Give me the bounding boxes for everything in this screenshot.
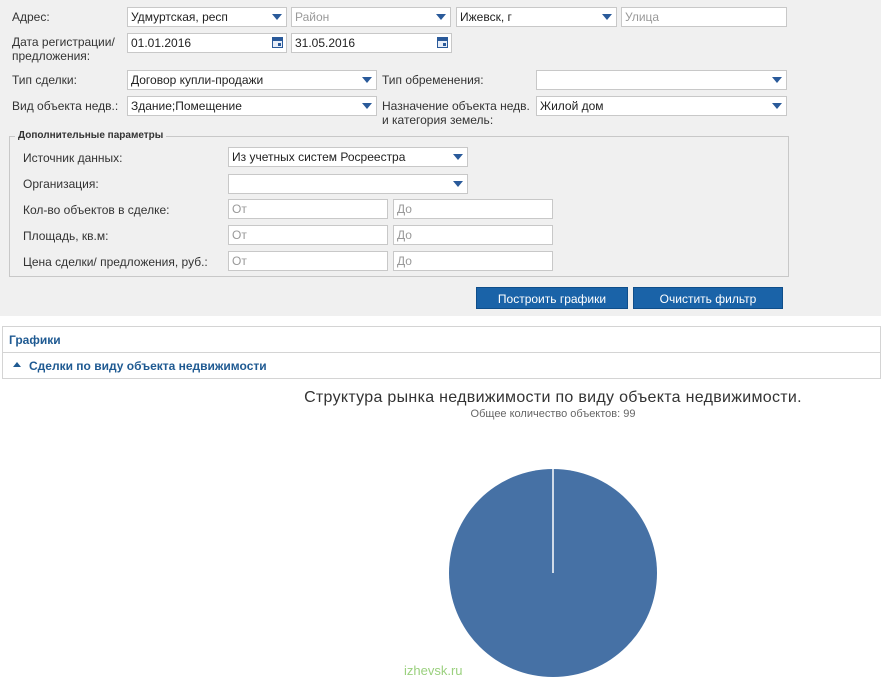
chevron-down-icon[interactable] — [768, 71, 786, 89]
district-placeholder: Район — [295, 10, 330, 24]
source-select[interactable]: Из учетных систем Росреестра — [228, 147, 468, 167]
purpose-select[interactable]: Жилой дом — [536, 96, 787, 116]
organization-select[interactable] — [228, 174, 468, 194]
watermark: izhevsk.ru — [404, 663, 463, 678]
deal-type-select[interactable]: Договор купли-продажи — [127, 70, 377, 90]
chevron-down-icon[interactable] — [768, 97, 786, 115]
purpose-value: Жилой дом — [540, 99, 604, 113]
chart-title: Структура рынка недвижимости по виду объ… — [304, 389, 802, 406]
chevron-down-icon[interactable] — [358, 97, 376, 115]
calendar-icon[interactable] — [437, 37, 448, 48]
organization-label: Организация: — [23, 177, 99, 191]
date-to-input[interactable]: 31.05.2016 — [291, 33, 452, 53]
reg-date-label: Дата регистрации/ предложения: — [12, 35, 115, 63]
source-label: Источник данных: — [23, 151, 123, 165]
chevron-down-icon[interactable] — [449, 148, 467, 166]
build-charts-button[interactable]: Построить графики — [476, 287, 628, 309]
subsection-header[interactable]: Сделки по виду объекта недвижимости — [2, 352, 881, 379]
reg-date-label-line1: Дата регистрации/ — [12, 35, 115, 49]
date-from-value: 01.01.2016 — [131, 36, 192, 50]
deal-type-value: Договор купли-продажи — [131, 73, 264, 87]
filter-panel: Адрес: Удмуртская, респ Район Ижевск, г … — [0, 0, 881, 316]
price-from-input[interactable]: От — [228, 251, 388, 271]
collapse-icon[interactable] — [13, 362, 21, 368]
object-count-to-input[interactable]: До — [393, 199, 553, 219]
object-type-value: Здание;Помещение — [131, 99, 242, 113]
source-value: Из учетных систем Росреестра — [232, 150, 406, 164]
deal-type-label: Тип сделки: — [12, 73, 77, 87]
object-type-select[interactable]: Здание;Помещение — [127, 96, 377, 116]
object-count-label: Кол-во объектов в сделке: — [23, 203, 170, 217]
street-input[interactable]: Улица — [621, 7, 787, 27]
clear-filter-button[interactable]: Очистить фильтр — [633, 287, 783, 309]
region-select[interactable]: Удмуртская, респ — [127, 7, 287, 27]
area-label: Площадь, кв.м: — [23, 229, 109, 243]
purpose-label: Назначение объекта недв. и категория зем… — [382, 99, 530, 127]
charts-section-header: Графики — [2, 326, 881, 353]
object-type-label: Вид объекта недв.: — [12, 99, 119, 113]
city-value: Ижевск, г — [460, 10, 512, 24]
chevron-down-icon[interactable] — [358, 71, 376, 89]
area-to-input[interactable]: До — [393, 225, 553, 245]
price-label: Цена сделки/ предложения, руб.: — [23, 255, 208, 269]
purpose-label-line1: Назначение объекта недв. — [382, 99, 530, 113]
chevron-down-icon[interactable] — [268, 8, 286, 26]
extra-params-legend: Дополнительные параметры — [15, 130, 167, 141]
chevron-down-icon[interactable] — [432, 8, 450, 26]
date-from-input[interactable]: 01.01.2016 — [127, 33, 287, 53]
reg-date-label-line2: предложения: — [12, 49, 91, 63]
chart-subtitle: Общее количество объектов: 99 — [470, 408, 636, 420]
encumbrance-type-select[interactable] — [536, 70, 787, 90]
calendar-icon[interactable] — [272, 37, 283, 48]
date-to-value: 31.05.2016 — [295, 36, 356, 50]
address-label: Адрес: — [12, 10, 50, 24]
area-from-input[interactable]: От — [228, 225, 388, 245]
charts-section-title: Графики — [9, 333, 61, 347]
pie-slice[interactable] — [449, 469, 657, 677]
chevron-down-icon[interactable] — [449, 175, 467, 193]
encumbrance-type-label: Тип обременения: — [382, 73, 484, 87]
object-count-from-input[interactable]: От — [228, 199, 388, 219]
city-select[interactable]: Ижевск, г — [456, 7, 617, 27]
chevron-down-icon[interactable] — [598, 8, 616, 26]
purpose-label-line2: и категория земель: — [382, 113, 494, 127]
price-to-input[interactable]: До — [393, 251, 553, 271]
subsection-title: Сделки по виду объекта недвижимости — [29, 359, 267, 373]
region-value: Удмуртская, респ — [131, 10, 228, 24]
district-select[interactable]: Район — [291, 7, 451, 27]
